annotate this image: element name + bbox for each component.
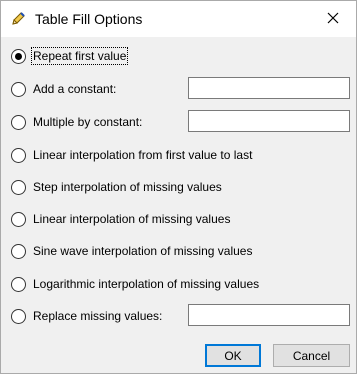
radio-repeat-first-value[interactable] [11,48,26,64]
radio-add-constant[interactable] [11,81,26,97]
radio-linear-missing[interactable] [11,211,26,227]
option-label: Logarithmic interpolation of missing val… [33,277,260,291]
radio-linear-first-to-last[interactable] [11,147,26,163]
radio-step-interpolation[interactable] [11,179,26,195]
option-label: Linear interpolation from first value to… [33,148,253,162]
ok-button[interactable]: OK [205,344,261,367]
replace-missing-input[interactable] [188,304,350,326]
option-label: Replace missing values: [33,309,163,323]
radio-sine-wave[interactable] [11,243,26,259]
radio-logarithmic[interactable] [11,276,26,292]
pencil-icon [10,11,26,27]
window-title: Table Fill Options [35,11,143,27]
option-label: Step interpolation of missing values [33,180,222,194]
option-repeat-first-value[interactable]: Repeat first value [11,46,129,66]
option-label: Sine wave interpolation of missing value… [33,244,253,258]
option-label: Multiple by constant: [33,115,143,129]
option-add-constant[interactable]: Add a constant: [11,79,117,99]
option-sine-wave[interactable]: Sine wave interpolation of missing value… [11,241,253,261]
close-button[interactable] [310,1,356,37]
radio-multiple-by-constant[interactable] [11,114,26,130]
close-icon [327,12,339,27]
multiple-by-constant-input[interactable] [188,110,350,132]
table-fill-options-dialog: Table Fill Options Repeat first value Ad… [0,0,357,374]
option-replace-missing[interactable]: Replace missing values: [11,306,163,326]
add-constant-input[interactable] [188,77,350,99]
option-label: Add a constant: [33,82,117,96]
radio-replace-missing[interactable] [11,308,26,324]
title-bar: Table Fill Options [1,1,356,37]
option-linear-first-to-last[interactable]: Linear interpolation from first value to… [11,145,253,165]
option-linear-missing[interactable]: Linear interpolation of missing values [11,209,231,229]
option-logarithmic[interactable]: Logarithmic interpolation of missing val… [11,274,260,294]
option-step-interpolation[interactable]: Step interpolation of missing values [11,177,223,197]
option-label: Repeat first value [30,47,129,65]
option-multiple-by-constant[interactable]: Multiple by constant: [11,112,143,132]
cancel-button[interactable]: Cancel [273,344,350,367]
option-label: Linear interpolation of missing values [33,212,231,226]
